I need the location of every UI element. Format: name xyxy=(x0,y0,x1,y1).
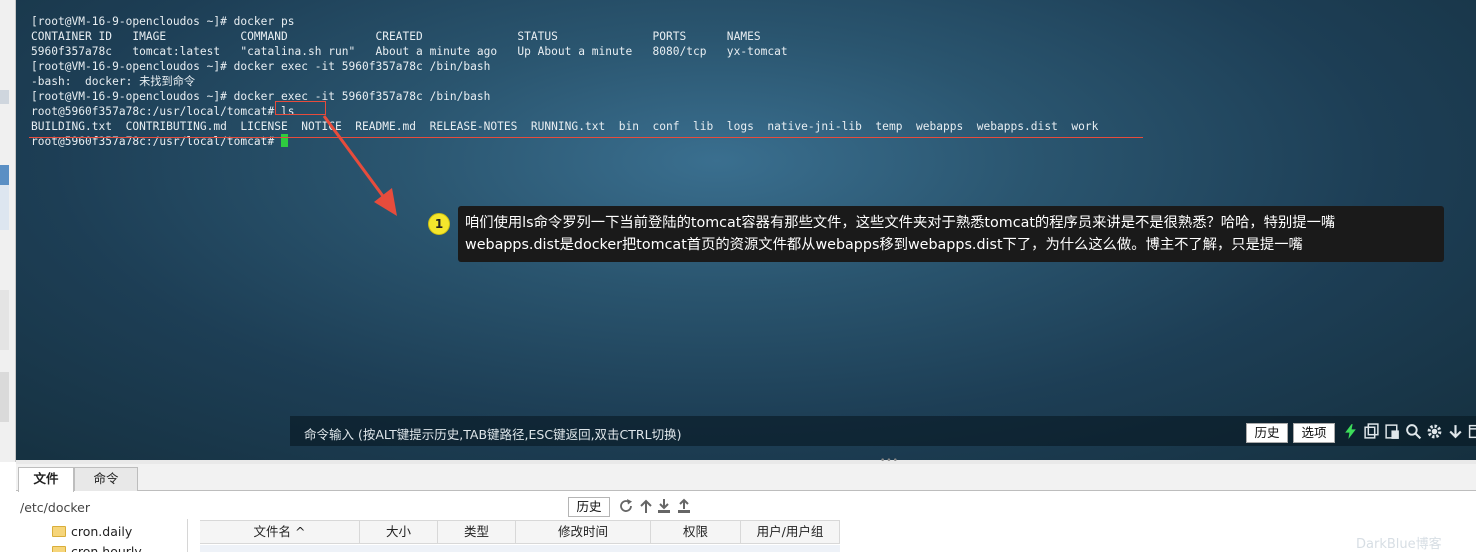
path-history-button[interactable]: 历史 xyxy=(568,497,610,517)
annotation-line: 咱们使用ls命令罗列一下当前登陆的tomcat容器有那些文件，这些文件夹对于熟悉… xyxy=(465,215,1336,231)
terminal-pane[interactable]: [root@VM-16-9-opencloudos ~]# docker ps … xyxy=(16,0,1476,460)
up-directory-icon[interactable] xyxy=(638,498,654,514)
path-input[interactable] xyxy=(20,497,565,517)
file-panel: 文件 命令 历史 cron.daily cron.hourly 文件名 ^ xyxy=(16,464,1476,552)
tree-item-folder[interactable]: cron.daily xyxy=(52,521,132,541)
watermark: DarkBlue博客 xyxy=(1356,537,1442,552)
refresh-icon[interactable] xyxy=(618,498,634,514)
copy-icon[interactable] xyxy=(1363,423,1380,440)
edge-block xyxy=(0,372,9,422)
gear-icon[interactable] xyxy=(1426,423,1443,440)
history-button[interactable]: 历史 xyxy=(1246,423,1288,443)
column-header-size[interactable]: 大小 xyxy=(360,521,438,543)
tree-item-folder[interactable]: cron.hourly xyxy=(52,541,142,552)
annotation-badge: 1 xyxy=(428,213,450,235)
search-icon[interactable] xyxy=(1405,423,1422,440)
command-input-hint[interactable]: 命令输入 (按ALT键提示历史,TAB键路径,ESC键返回,双击CTRL切换) xyxy=(304,424,681,443)
upload-file-icon[interactable] xyxy=(676,498,692,514)
edge-block xyxy=(0,185,9,230)
tab-files[interactable]: 文件 xyxy=(18,467,74,492)
file-table: 文件名 ^ 大小 类型 修改时间 权限 用户/用户组 xyxy=(200,520,840,552)
options-button[interactable]: 选项 xyxy=(1293,423,1335,443)
tab-commands[interactable]: 命令 xyxy=(74,467,138,491)
column-header-owner[interactable]: 用户/用户组 xyxy=(741,521,840,543)
arrow-head xyxy=(374,188,397,216)
folder-icon xyxy=(52,525,66,537)
annotation-callout: 咱们使用ls命令罗列一下当前登陆的tomcat容器有那些文件，这些文件夹对于熟悉… xyxy=(458,206,1444,262)
table-row[interactable] xyxy=(200,545,840,552)
column-header-permissions[interactable]: 权限 xyxy=(651,521,741,543)
left-window-edge xyxy=(0,0,16,462)
tree-item-label: cron.hourly xyxy=(71,543,142,552)
command-input-bar[interactable]: 命令输入 (按ALT键提示历史,TAB键路径,ESC键返回,双击CTRL切换) … xyxy=(290,416,1476,446)
column-header-type[interactable]: 类型 xyxy=(438,521,516,543)
file-table-header: 文件名 ^ 大小 类型 修改时间 权限 用户/用户组 xyxy=(200,520,840,544)
paste-icon[interactable] xyxy=(1384,423,1401,440)
folder-icon xyxy=(52,545,66,552)
window-icon[interactable] xyxy=(1468,423,1476,440)
tree-item-label: cron.daily xyxy=(71,523,133,539)
directory-tree: cron.daily cron.hourly xyxy=(20,519,188,552)
lightning-icon[interactable] xyxy=(1342,423,1359,440)
column-header-name[interactable]: 文件名 ^ xyxy=(200,521,360,543)
edge-block xyxy=(0,90,9,104)
column-header-modified[interactable]: 修改时间 xyxy=(516,521,651,543)
download-icon[interactable] xyxy=(1447,423,1464,440)
download-file-icon[interactable] xyxy=(656,498,672,514)
annotation-line: webapps.dist是docker把tomcat首页的资源文件都从webap… xyxy=(465,237,1303,253)
arrow-shaft xyxy=(322,115,390,204)
panel-tab-bar: 文件 命令 xyxy=(16,464,1476,492)
edge-block xyxy=(0,290,9,350)
edge-block xyxy=(0,165,9,185)
